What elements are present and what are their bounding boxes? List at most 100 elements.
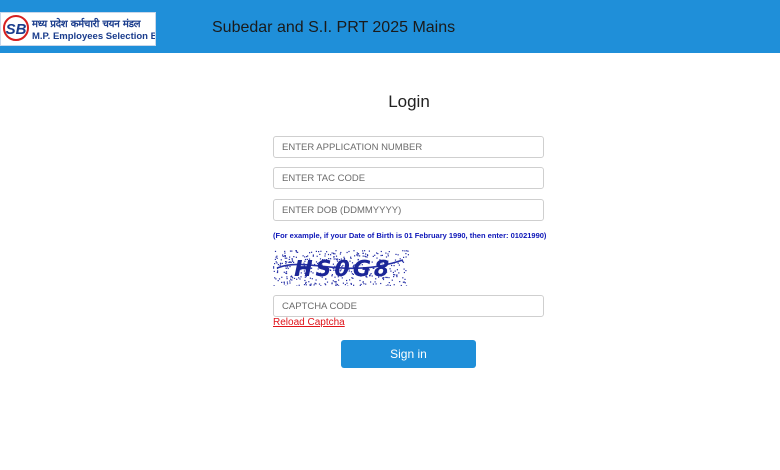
captcha-noise-dot (394, 259, 397, 261)
captcha-noise-dot (275, 261, 277, 263)
captcha-noise-dot (290, 261, 292, 263)
captcha-noise-dot (398, 264, 400, 266)
captcha-noise-dot (310, 283, 312, 285)
captcha-noise-dot (344, 284, 346, 286)
captcha-noise-dot (293, 261, 295, 263)
captcha-noise-dot (406, 250, 408, 252)
captcha-noise-dot (291, 250, 293, 252)
captcha-noise-dot (273, 267, 275, 269)
captcha-noise-dot (396, 276, 398, 278)
captcha-noise-dot (296, 285, 298, 286)
captcha-noise-dot (395, 253, 397, 255)
captcha-noise-dot (402, 281, 404, 283)
captcha-noise-dot (385, 252, 387, 254)
captcha-noise-dot (281, 281, 283, 283)
captcha-noise-dot (276, 271, 278, 274)
captcha-noise-dot (393, 274, 395, 276)
captcha-noise-dot (404, 282, 406, 284)
reload-captcha-link[interactable]: Reload Captcha (273, 317, 345, 328)
captcha-noise-dot (283, 271, 285, 273)
captcha-noise-dot (287, 266, 289, 268)
captcha-noise-dot (275, 278, 277, 280)
captcha-noise-dot (286, 276, 288, 278)
captcha-noise-dot (380, 282, 382, 285)
captcha-noise-dot (398, 272, 400, 274)
captcha-noise-dot (338, 285, 340, 286)
captcha-noise-dot (277, 264, 279, 266)
captcha-noise-dot (319, 253, 321, 255)
captcha-noise-dot (402, 250, 404, 252)
captcha-noise-dot (350, 283, 352, 285)
captcha-code-input[interactable] (273, 295, 544, 317)
captcha-noise-dot (274, 277, 276, 279)
captcha-noise-dot (335, 250, 337, 252)
captcha-noise-dot (346, 251, 348, 254)
captcha-noise-dot (274, 258, 276, 260)
captcha-noise-dot (281, 262, 283, 264)
captcha-noise-dot (274, 250, 277, 252)
captcha-noise-dot (356, 252, 358, 254)
captcha-noise-dot (286, 281, 288, 283)
captcha-noise-dot (362, 252, 364, 254)
captcha-noise-dot (292, 260, 294, 262)
captcha-noise-dot (273, 266, 275, 268)
captcha-noise-dot (393, 284, 395, 286)
application-number-input[interactable] (273, 136, 544, 158)
captcha-noise-dot (297, 251, 299, 253)
captcha-noise-dot (336, 283, 339, 286)
captcha-noise-dot (289, 266, 291, 268)
captcha-noise-dot (291, 258, 293, 260)
captcha-noise-dot (288, 258, 290, 260)
captcha-noise-dot (346, 282, 348, 284)
captcha-noise-dot (324, 283, 326, 285)
captcha-image: HS0G8 (273, 250, 409, 286)
captcha-noise-dot (376, 252, 378, 254)
captcha-noise-dot (327, 253, 330, 256)
sign-in-button[interactable]: Sign in (341, 340, 476, 368)
captcha-noise-dot (303, 284, 306, 286)
captcha-noise-dot (360, 283, 362, 285)
tac-code-input[interactable] (273, 167, 544, 189)
captcha-noise-dot (277, 270, 279, 272)
captcha-noise-dot (377, 253, 379, 255)
captcha-noise-dot (286, 257, 288, 259)
captcha-noise-dot (281, 276, 283, 278)
captcha-noise-dot (348, 250, 350, 253)
captcha-noise-dot (403, 271, 405, 274)
captcha-noise-dot (279, 262, 282, 264)
captcha-noise-dot (313, 284, 315, 286)
captcha-noise-dot (375, 283, 377, 285)
captcha-noise-dot (405, 256, 407, 258)
captcha-noise-dot (368, 250, 370, 252)
captcha-noise-dot (366, 254, 369, 256)
captcha-noise-dot (363, 283, 365, 285)
captcha-noise-dot (405, 253, 407, 255)
captcha-noise-dot (405, 285, 408, 286)
captcha-noise-dot (320, 285, 322, 286)
captcha-noise-dot (362, 250, 364, 252)
captcha-noise-dot (305, 282, 307, 284)
captcha-noise-dot (283, 283, 285, 285)
captcha-noise-dot (404, 278, 406, 280)
captcha-noise-dot (320, 250, 322, 252)
captcha-noise-dot (400, 284, 402, 286)
captcha-noise-dot (326, 251, 328, 253)
captcha-noise-dot (365, 253, 367, 255)
captcha-noise-dot (289, 261, 291, 263)
captcha-noise-dot (403, 268, 405, 270)
dob-input[interactable] (273, 199, 544, 221)
header-bar: SB मध्य प्रदेश कर्मचारी चयन मंडल M.P. Em… (0, 0, 780, 53)
captcha-noise-dot (284, 252, 286, 254)
captcha-noise-dot (396, 274, 398, 277)
captcha-noise-dot (402, 277, 404, 279)
captcha-noise-dot (364, 250, 366, 252)
mpesb-logo[interactable]: SB मध्य प्रदेश कर्मचारी चयन मंडल M.P. Em… (0, 12, 156, 46)
captcha-noise-dot (318, 283, 321, 285)
captcha-noise-dot (335, 284, 337, 286)
captcha-noise-dot (289, 250, 292, 252)
logo-mark-text: SB (6, 21, 27, 38)
captcha-noise-dot (333, 253, 335, 255)
logo-hindi-name: मध्य प्रदेश कर्मचारी चयन मंडल (32, 19, 141, 30)
captcha-noise-dot (276, 257, 278, 259)
captcha-noise-dot (340, 251, 342, 254)
